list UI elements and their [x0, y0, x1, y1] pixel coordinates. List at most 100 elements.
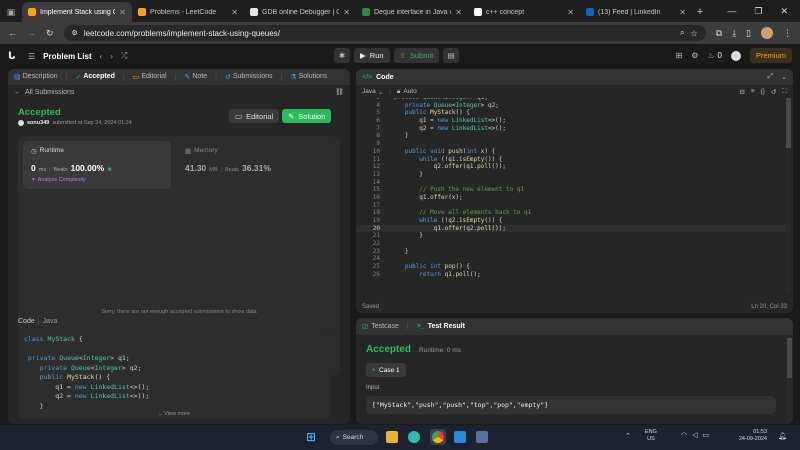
file-explorer-icon[interactable] — [386, 431, 398, 443]
doc-icon: ▤ — [14, 74, 21, 81]
chrome-icon[interactable] — [432, 431, 444, 443]
leetcode-logo-icon[interactable]: ᒐ — [8, 51, 20, 62]
premium-button[interactable]: Premium — [749, 48, 792, 63]
reset-icon[interactable]: ↺ — [771, 88, 776, 96]
tab-editorial[interactable]: ▭ Editorial — [133, 73, 167, 81]
testcase-tab[interactable]: ☑ Testcase — [362, 323, 399, 331]
profile-avatar[interactable] — [761, 27, 773, 39]
tray-chevron-icon[interactable]: ⌃ — [625, 432, 631, 440]
prev-problem-icon[interactable]: ‹ — [100, 52, 103, 61]
close-tab-icon[interactable]: ✕ — [231, 8, 238, 17]
share-link-icon[interactable]: ⛓ — [335, 88, 344, 96]
maximize-icon[interactable]: ❐ — [754, 6, 762, 17]
layout-icon[interactable]: ⊞ — [675, 51, 682, 60]
submitted-time: submitted at Sep 24, 2024 01:24 — [52, 120, 132, 126]
settings-icon[interactable]: ⚙ — [691, 51, 698, 60]
notification-bell-icon[interactable]: 🔔︎ — [778, 432, 787, 440]
code-line: 14 — [372, 178, 380, 186]
browser-tab[interactable]: Deque interface in Java wi ✕ — [356, 2, 468, 22]
tab-solutions[interactable]: ⚗ Solutions — [290, 73, 327, 81]
browser-tab[interactable]: c++ concept ✕ — [468, 2, 580, 22]
sparkle-icon: ✦ — [31, 177, 36, 183]
extensions-icon[interactable]: ⧉ — [716, 28, 722, 39]
tab-note[interactable]: ✎ Note — [184, 73, 207, 81]
close-tab-icon[interactable]: ✕ — [679, 8, 686, 17]
vscode-icon[interactable] — [454, 431, 466, 443]
windows-start-icon[interactable]: ⊞ — [306, 430, 316, 444]
run-button[interactable]: ▶ Run — [354, 48, 390, 63]
all-submissions-link[interactable]: All Submissions — [25, 89, 74, 96]
close-tab-icon[interactable]: ✕ — [455, 8, 462, 17]
user-avatar[interactable] — [730, 50, 741, 61]
clock[interactable]: 01:53 24-09-2024 — [733, 429, 767, 443]
browser-tab[interactable]: Problems - LeetCode ✕ — [132, 2, 244, 22]
code-line: 21 } — [372, 232, 423, 240]
close-window-icon[interactable]: ✕ — [780, 6, 788, 17]
runtime-value: 0 — [31, 163, 36, 173]
taskbar-search[interactable]: ⌕ Search — [330, 430, 378, 445]
code-editor[interactable]: 3private Queue<Integer> q1; 4 private Qu… — [356, 98, 786, 294]
language-indicator[interactable]: ENG US — [645, 429, 657, 443]
view-more-link[interactable]: ⌄ View more — [18, 411, 330, 417]
close-tab-icon[interactable]: ✕ — [567, 8, 574, 17]
note-icon: ✎ — [184, 74, 191, 81]
back-icon[interactable]: ← — [8, 28, 17, 38]
language-select[interactable]: Java — [362, 88, 376, 95]
chevron-down-icon[interactable]: ⌄ — [378, 88, 383, 96]
memory-card[interactable]: ▦ Memory 41.30 MB | Beats 36.31% — [183, 141, 331, 189]
submit-button[interactable]: ⇪ Submit — [393, 48, 440, 63]
test-result-tab[interactable]: >_ Test Result — [417, 323, 465, 330]
tab-accepted[interactable]: ✓ Accepted — [75, 73, 114, 81]
menu-icon[interactable]: ⋮ — [783, 28, 792, 39]
editor-scrollbar[interactable] — [786, 98, 791, 294]
new-tab-icon[interactable]: + — [692, 2, 708, 22]
case-1-tab[interactable]: ● Case 1 — [366, 363, 406, 377]
collapse-icon[interactable]: ⌄ — [781, 73, 787, 81]
debug-button[interactable]: ✱ — [334, 48, 350, 63]
reload-icon[interactable]: ↻ — [46, 28, 54, 39]
shuffle-icon[interactable]: ⤮ — [121, 51, 127, 61]
auto-mode[interactable]: Auto — [403, 88, 416, 95]
tab-submissions[interactable]: ↺ Submissions — [225, 73, 273, 81]
close-tab-icon[interactable]: ✕ — [343, 8, 350, 17]
testcase-scrollbar[interactable] — [787, 338, 792, 424]
problem-list-icon[interactable]: ☰ — [28, 52, 35, 61]
next-problem-icon[interactable]: › — [110, 52, 113, 61]
format-icon[interactable]: ≡ — [751, 88, 755, 96]
site-info-icon[interactable]: ⚙ — [72, 29, 78, 37]
analyze-complexity-link[interactable]: ✦ Analyze Complexity — [31, 177, 86, 183]
problem-list-link[interactable]: Problem List — [43, 52, 91, 61]
downloads-icon[interactable]: ⤓ — [732, 28, 736, 39]
browser-tab[interactable]: GDB online Debugger | Cr ✕ — [244, 2, 356, 22]
code-line: 24 — [372, 255, 380, 263]
notes-button[interactable]: ▤ — [443, 48, 460, 63]
browser-tab[interactable]: (13) Feed | LinkedIn ✕ — [580, 2, 692, 22]
all-submissions-row[interactable]: ← All Submissions ⛓ — [8, 85, 350, 99]
editorial-button[interactable]: ▭ Editorial — [229, 109, 280, 123]
forward-icon[interactable]: → — [27, 28, 36, 38]
close-tab-icon[interactable]: ✕ — [119, 8, 126, 17]
search-label: Search — [342, 434, 364, 441]
zoom-icon[interactable]: ⌕ — [680, 28, 684, 38]
edge-icon[interactable] — [408, 431, 420, 443]
input-value-box[interactable]: ["MyStack","push","push","top","pop","em… — [366, 396, 776, 414]
system-tray[interactable]: ◠ ◁ ▭ — [681, 431, 709, 439]
runtime-card[interactable]: ◷ Runtime 0 ms | Beats 100.00% ❀ ✦ Analyze… — [23, 141, 171, 189]
bookmark-icon[interactable]: ☆ — [690, 29, 697, 38]
sidepanel-icon[interactable]: ▯ — [746, 28, 751, 39]
address-bar[interactable]: ⚙ leetcode.com/problems/implement-stack-… — [63, 25, 706, 41]
braces-icon[interactable]: {} — [761, 88, 765, 96]
code-line: class MyStack { — [24, 335, 83, 343]
bookmark-outline-icon[interactable]: ⊟ — [739, 88, 744, 96]
minimize-icon[interactable]: — — [727, 6, 736, 16]
expand-icon[interactable]: ⤢ — [768, 73, 774, 81]
back-arrow-icon[interactable]: ← — [14, 89, 21, 96]
tab-description[interactable]: ▤ Description — [14, 73, 58, 81]
streak-fire-icon[interactable]: ♨ — [707, 51, 714, 60]
fullscreen-icon[interactable]: ⛶ — [782, 88, 787, 96]
app-icon[interactable] — [476, 431, 488, 443]
solution-button[interactable]: ✎ Solution — [282, 109, 332, 123]
username[interactable]: sonu349 — [27, 120, 49, 126]
browser-tab[interactable]: Implement Stack using Qu ✕ — [22, 2, 132, 22]
tab-search-icon[interactable]: ▣ — [0, 2, 22, 22]
